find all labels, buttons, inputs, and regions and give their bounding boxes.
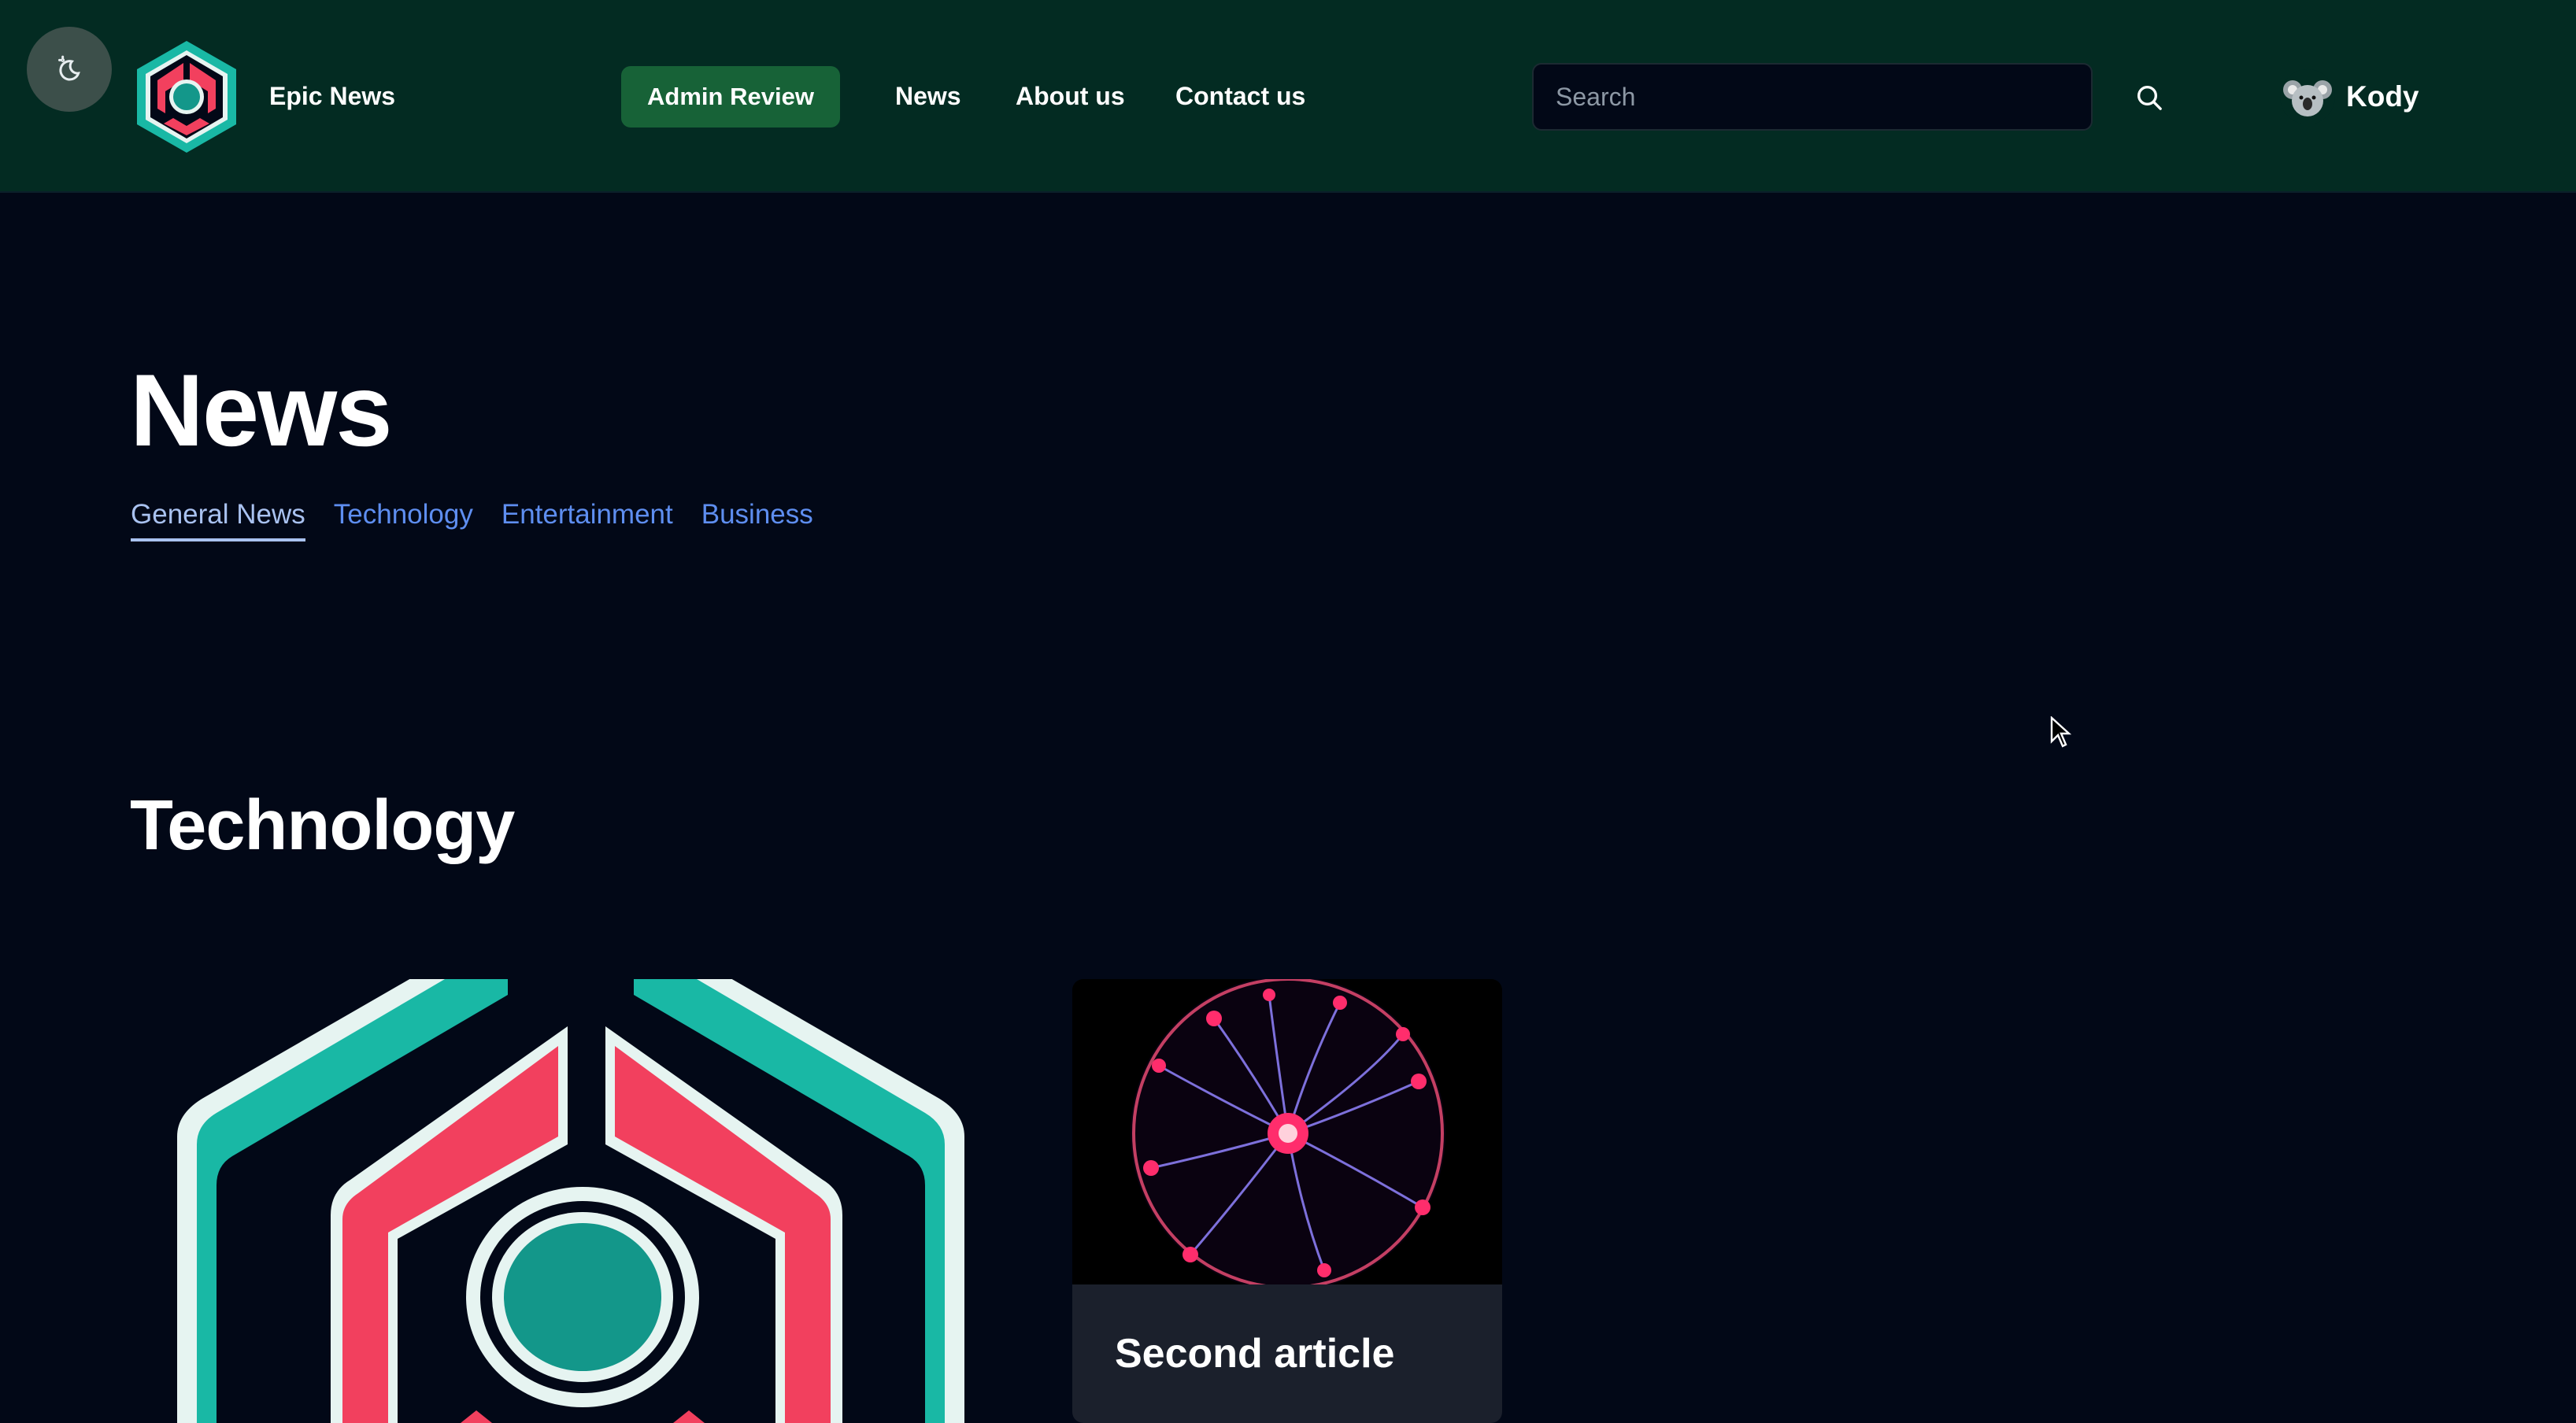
article-card-second[interactable]: Second article: [1072, 979, 1502, 1423]
category-tabs: General News Technology Entertainment Bu…: [131, 499, 813, 541]
section-title-technology: Technology: [130, 786, 515, 865]
mouse-cursor-icon: [2050, 716, 2072, 748]
nav-news[interactable]: News: [895, 82, 961, 111]
tab-technology[interactable]: Technology: [334, 499, 473, 541]
top-header: Epic News Admin Review News About us Con…: [0, 0, 2576, 193]
page-title: News: [130, 353, 393, 468]
koala-avatar: [2280, 69, 2335, 124]
tab-entertainment[interactable]: Entertainment: [502, 499, 673, 541]
tab-business[interactable]: Business: [701, 499, 813, 541]
tab-general-news[interactable]: General News: [131, 499, 305, 541]
search-icon: [2137, 86, 2162, 110]
epic-news-logo-icon[interactable]: [134, 39, 239, 154]
brand-name[interactable]: Epic News: [269, 82, 395, 111]
nav-about-us[interactable]: About us: [1016, 82, 1125, 111]
search-button[interactable]: [2130, 79, 2168, 116]
nav-contact-us[interactable]: Contact us: [1175, 82, 1305, 111]
epic-news-logo-image: [177, 979, 964, 1423]
article-title[interactable]: Second article: [1115, 1330, 1394, 1377]
theme-toggle-button[interactable]: [27, 27, 112, 112]
user-menu[interactable]: Kody: [2280, 69, 2419, 124]
moon-sun-icon: [58, 55, 80, 81]
user-name[interactable]: Kody: [2346, 80, 2419, 113]
search-input[interactable]: [1532, 63, 2093, 131]
plasma-ball-image: [1072, 979, 1502, 1284]
admin-review-button[interactable]: Admin Review: [621, 66, 840, 128]
featured-article-card[interactable]: [130, 979, 1012, 1423]
